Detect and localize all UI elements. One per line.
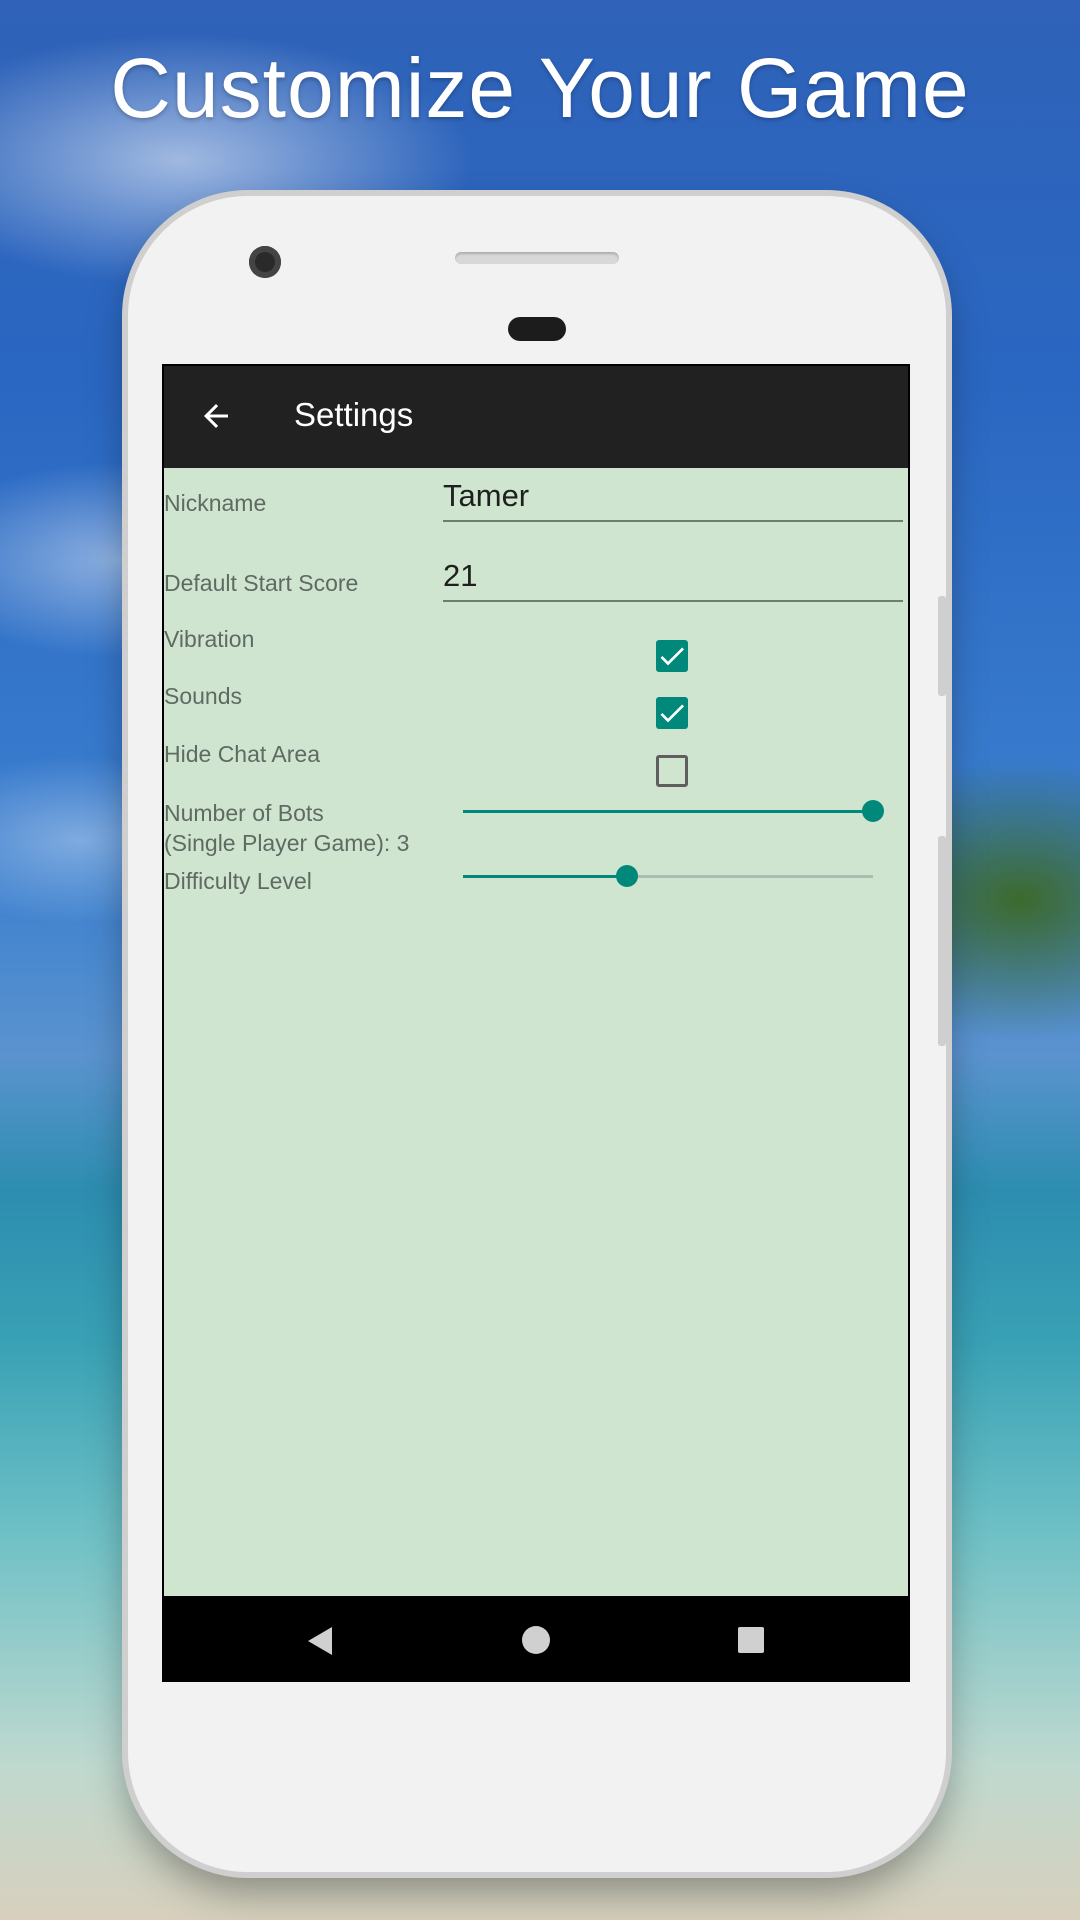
checkmark-icon	[660, 647, 684, 666]
settings-panel: Nickname Tamer Default Start Score 21 Vi…	[164, 468, 908, 1596]
nickname-field[interactable]: Tamer	[443, 476, 903, 522]
start-score-field[interactable]: 21	[443, 556, 903, 602]
difficulty-slider[interactable]	[463, 863, 873, 889]
page-title: Settings	[294, 396, 414, 433]
earpiece-speaker	[455, 252, 619, 264]
bots-slider[interactable]	[463, 798, 884, 824]
bots-label-line2: (Single Player Game): 3	[164, 830, 410, 856]
bots-label-line1: Number of Bots	[164, 800, 324, 826]
nickname-value: Tamer	[443, 478, 530, 513]
phone-screen: Settings Nickname Tamer Default Start Sc…	[162, 364, 910, 1682]
checkmark-icon	[660, 704, 684, 723]
home-circle-icon[interactable]	[522, 1626, 550, 1654]
slider-thumb[interactable]	[862, 800, 884, 822]
hide-chat-label: Hide Chat Area	[164, 741, 320, 767]
difficulty-label: Difficulty Level	[164, 868, 312, 894]
slider-fill	[463, 810, 873, 813]
side-button-power	[938, 596, 946, 696]
vibration-checkbox[interactable]	[656, 640, 688, 672]
side-button-volume	[938, 836, 946, 1046]
arrow-left-icon[interactable]	[198, 398, 234, 434]
app-bar: Settings	[164, 366, 908, 468]
front-camera	[249, 246, 281, 278]
vibration-label: Vibration	[164, 626, 255, 652]
start-score-label: Default Start Score	[164, 570, 359, 596]
start-score-value: 21	[443, 558, 478, 593]
slider-fill	[463, 875, 627, 878]
hide-chat-checkbox[interactable]	[656, 755, 688, 787]
sounds-label: Sounds	[164, 683, 243, 709]
back-triangle-icon[interactable]	[306, 1626, 334, 1656]
slider-thumb[interactable]	[616, 865, 638, 887]
proximity-sensor	[508, 317, 566, 341]
nickname-label: Nickname	[164, 490, 267, 516]
sounds-checkbox[interactable]	[656, 697, 688, 729]
system-nav-bar	[162, 1596, 910, 1682]
headline: Customize Your Game	[110, 41, 970, 135]
phone-frame: Settings Nickname Tamer Default Start Sc…	[128, 196, 946, 1872]
recents-square-icon[interactable]	[738, 1627, 764, 1653]
